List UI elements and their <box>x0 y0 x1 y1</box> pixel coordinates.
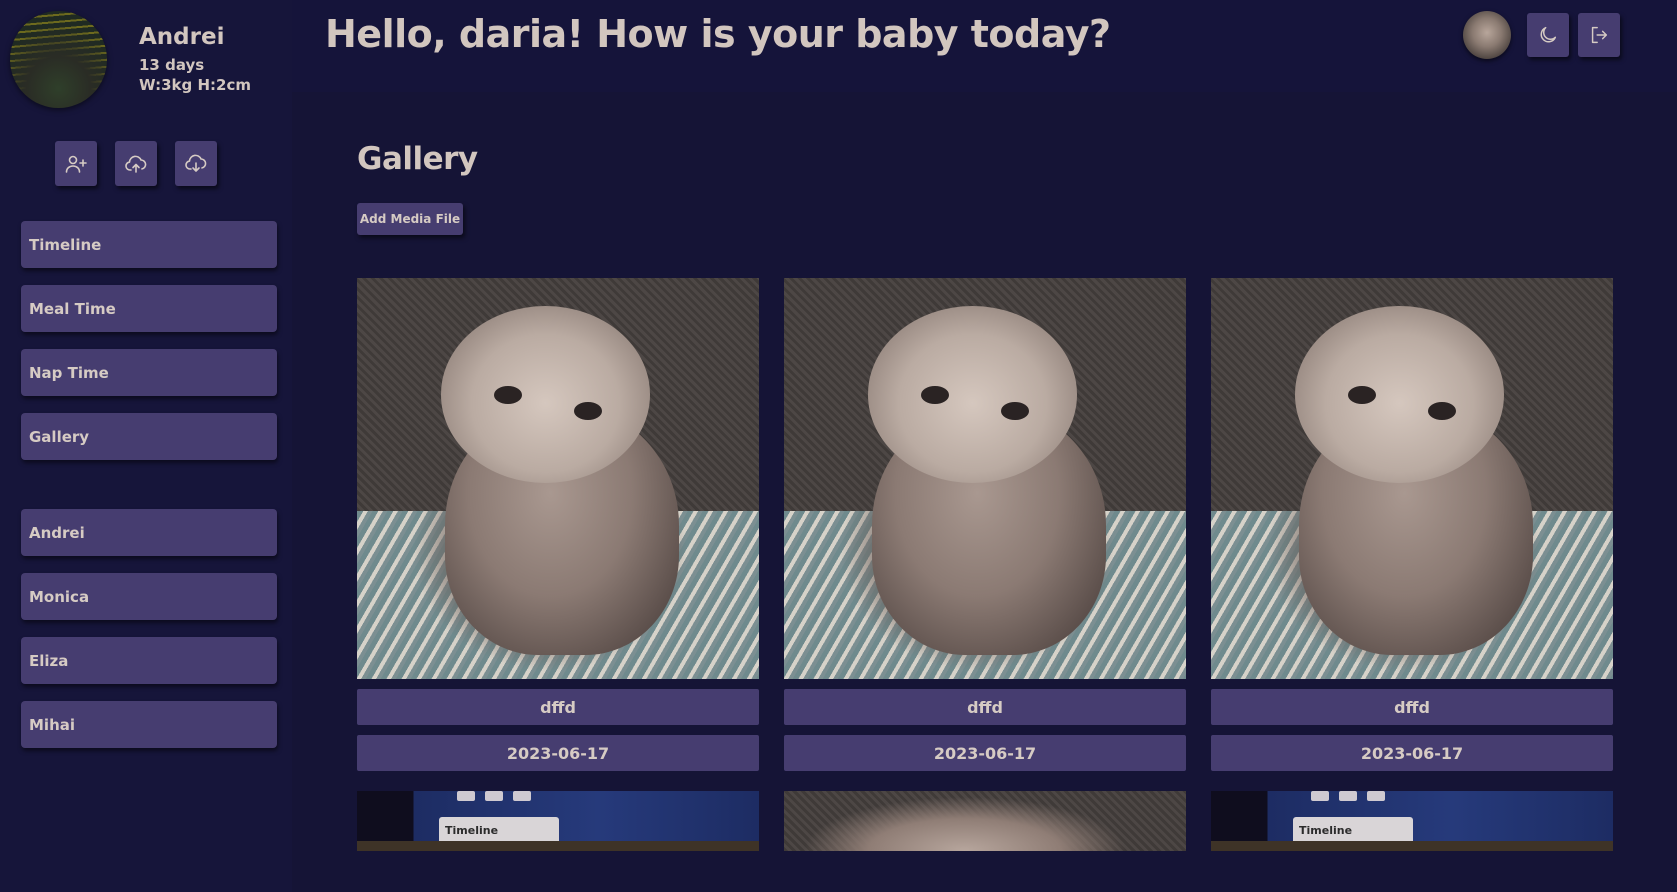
baby-age: 13 days <box>139 56 205 74</box>
gallery-caption: dffd <box>357 689 759 725</box>
nav-gallery[interactable]: Gallery <box>21 413 277 460</box>
upload-button[interactable] <box>115 141 157 186</box>
user-avatar[interactable] <box>1463 11 1511 59</box>
baby-item-monica[interactable]: Monica <box>21 573 277 620</box>
baby-item-andrei[interactable]: Andrei <box>21 509 277 556</box>
baby-avatar <box>10 11 107 108</box>
page-title: Gallery <box>357 141 478 177</box>
screenshot-timeline-label: Timeline <box>1293 817 1413 844</box>
gallery-date: 2023-06-17 <box>784 735 1186 771</box>
screenshot-timeline-label: Timeline <box>439 817 559 844</box>
gallery-image[interactable]: Timeline <box>357 791 759 851</box>
moon-icon <box>1540 26 1557 43</box>
gallery-image[interactable]: Timeline <box>1211 791 1613 851</box>
gallery-caption: dffd <box>1211 689 1613 725</box>
nav-nap-time[interactable]: Nap Time <box>21 349 277 396</box>
gallery-date: 2023-06-17 <box>357 735 759 771</box>
cloud-upload-icon <box>125 155 147 173</box>
gallery-image[interactable] <box>784 278 1186 679</box>
baby-item-mihai[interactable]: Mihai <box>21 701 277 748</box>
gallery-image[interactable] <box>1211 278 1613 679</box>
nav-timeline[interactable]: Timeline <box>21 221 277 268</box>
person-plus-icon <box>65 155 87 173</box>
cloud-download-icon <box>185 154 207 172</box>
nav-meal-time[interactable]: Meal Time <box>21 285 277 332</box>
theme-toggle-button[interactable] <box>1527 13 1569 57</box>
gallery-image[interactable] <box>357 278 759 679</box>
gallery-image[interactable] <box>784 791 1186 851</box>
add-media-button[interactable]: Add Media File <box>357 203 463 235</box>
baby-metrics: W:3kg H:2cm <box>139 76 251 94</box>
gallery-date: 2023-06-17 <box>1211 735 1613 771</box>
logout-button[interactable] <box>1578 13 1620 57</box>
add-user-button[interactable] <box>55 141 97 186</box>
logout-icon <box>1591 26 1608 44</box>
sidebar: Andrei 13 days W:3kg H:2cm Timeline Meal… <box>0 0 292 892</box>
greeting-title: Hello, daria! How is your baby today? <box>325 12 1111 56</box>
download-button[interactable] <box>175 141 217 186</box>
gallery-caption: dffd <box>784 689 1186 725</box>
baby-item-eliza[interactable]: Eliza <box>21 637 277 684</box>
footer-spacer <box>292 851 1677 892</box>
baby-name: Andrei <box>139 24 225 50</box>
